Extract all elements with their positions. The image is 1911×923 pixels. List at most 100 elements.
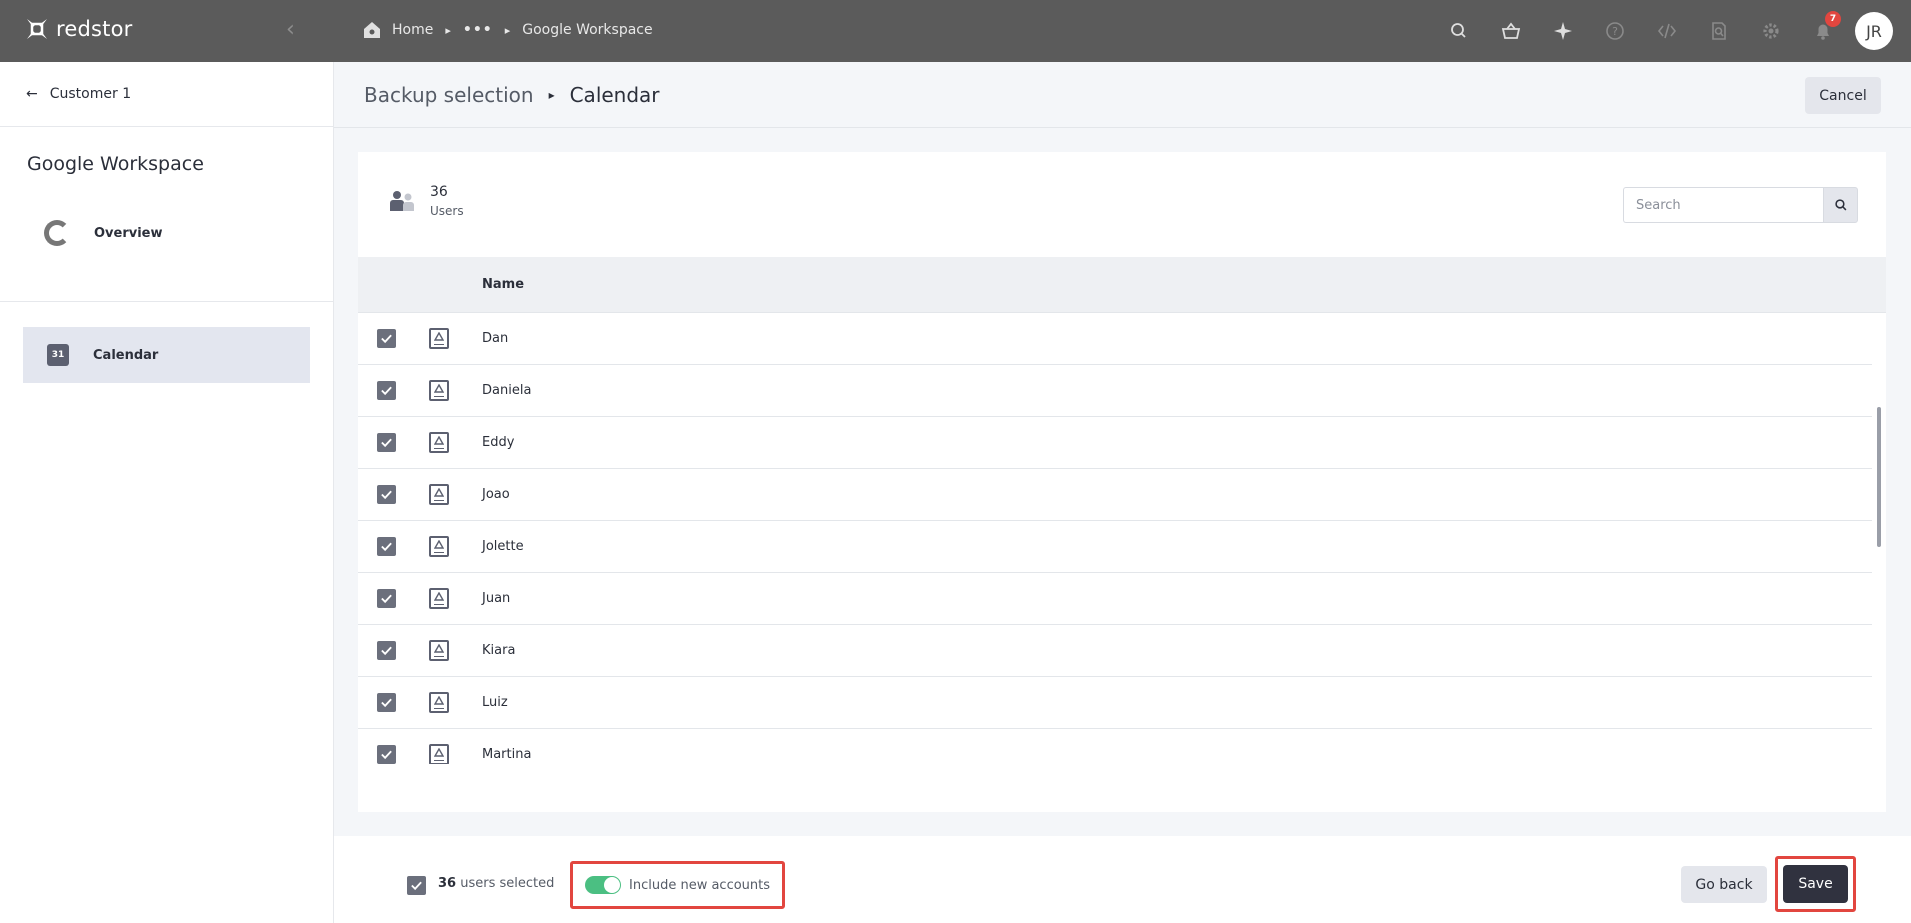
row-checkbox[interactable] [377, 641, 396, 660]
breadcrumb-backup-selection[interactable]: Backup selection [364, 83, 534, 107]
drive-icon [429, 744, 449, 764]
sidebar-item-label: Overview [94, 225, 163, 241]
back-label: Customer 1 [49, 86, 132, 102]
search-icon[interactable] [1433, 0, 1485, 62]
scrollbar-thumb[interactable] [1877, 407, 1881, 547]
row-checkbox[interactable] [377, 329, 396, 348]
brand-name: redstor [56, 17, 133, 41]
chevron-right-icon: ▸ [445, 23, 451, 37]
bell-icon[interactable]: 7 [1797, 0, 1849, 62]
sidebar-item-overview[interactable]: Overview [0, 205, 333, 261]
gear-icon[interactable] [1745, 0, 1797, 62]
table-row[interactable]: Joao [358, 469, 1872, 521]
users-icon [390, 191, 414, 211]
basket-icon[interactable] [1485, 0, 1537, 62]
check-icon [381, 438, 392, 448]
users-count: 36 [430, 184, 448, 200]
row-name: Kiara [482, 643, 516, 658]
go-back-button[interactable]: Go back [1681, 866, 1767, 903]
select-all-checkbox[interactable] [407, 876, 426, 895]
row-checkbox[interactable] [377, 693, 396, 712]
code-icon[interactable] [1641, 0, 1693, 62]
users-summary: 36 Users [388, 184, 464, 218]
row-checkbox[interactable] [377, 433, 396, 452]
row-name: Joao [482, 487, 510, 502]
sparkle-icon[interactable] [1537, 0, 1589, 62]
row-checkbox[interactable] [377, 745, 396, 764]
breadcrumb-ellipsis[interactable]: ••• [463, 22, 493, 38]
notification-badge: 7 [1825, 11, 1841, 27]
top-toolbar: ? 7 JR [1433, 0, 1911, 62]
toggle-switch[interactable] [585, 876, 621, 894]
table-row[interactable]: Jolette [358, 521, 1872, 573]
brand-logo[interactable]: redstor [24, 16, 132, 42]
row-name: Eddy [482, 435, 515, 450]
selected-count: 36 [438, 876, 457, 891]
drive-icon [429, 536, 449, 557]
drive-icon [429, 588, 449, 609]
drive-icon [429, 432, 449, 453]
search-button[interactable] [1823, 187, 1858, 223]
page-header: Backup selection ▸ Calendar Cancel [334, 62, 1911, 128]
table-row[interactable]: Eddy [358, 417, 1872, 469]
check-icon [381, 646, 392, 656]
page-title: Calendar [569, 83, 660, 107]
row-name: Daniela [482, 383, 532, 398]
check-icon [411, 881, 422, 891]
table-row[interactable]: Daniela [358, 365, 1872, 417]
row-name: Martina [482, 747, 532, 762]
sidebar-item-calendar[interactable]: 31 Calendar [23, 327, 310, 383]
back-to-customer-link[interactable]: ← Customer 1 [0, 62, 333, 127]
row-checkbox[interactable] [377, 381, 396, 400]
search-icon [1834, 199, 1846, 211]
users-label: Users [430, 204, 464, 218]
sidebar-divider [0, 301, 333, 302]
breadcrumb-current: Google Workspace [522, 22, 653, 38]
toggle-label: Include new accounts [629, 877, 771, 893]
row-checkbox[interactable] [377, 589, 396, 608]
selected-summary: 36 users selected [438, 876, 554, 891]
sidebar-item-label: Calendar [93, 347, 159, 363]
row-checkbox[interactable] [377, 537, 396, 556]
help-icon[interactable]: ? [1589, 0, 1641, 62]
table-row[interactable]: Dan [358, 313, 1872, 365]
document-search-icon[interactable] [1693, 0, 1745, 62]
breadcrumb-home[interactable]: Home [392, 22, 433, 38]
search-box [1623, 187, 1858, 223]
row-name: Jolette [482, 539, 524, 554]
drive-icon [429, 692, 449, 713]
chevron-right-icon: ▸ [548, 88, 555, 102]
google-icon [44, 220, 70, 246]
table-row[interactable]: Martina [358, 729, 1872, 764]
save-button[interactable]: Save [1783, 865, 1848, 903]
table-body: Dan Daniela Eddy Joao Jolette Juan Kiara Luiz Ma… [358, 313, 1886, 764]
table-row[interactable]: Juan [358, 573, 1872, 625]
chevron-right-icon: ▸ [504, 23, 511, 37]
column-header-name[interactable]: Name [482, 277, 524, 292]
sidebar-title: Google Workspace [27, 153, 204, 175]
cancel-button[interactable]: Cancel [1805, 77, 1881, 114]
selected-suffix: users selected [460, 876, 555, 891]
drive-icon [429, 640, 449, 661]
arrow-left-icon: ← [26, 86, 38, 102]
check-icon [381, 594, 392, 604]
search-input[interactable] [1623, 187, 1823, 223]
check-icon [381, 386, 392, 396]
top-bar: redstor ‹ Home ▸ ••• ▸ Google Workspace … [0, 0, 1911, 62]
include-new-accounts-toggle[interactable]: Include new accounts [570, 861, 785, 909]
breadcrumb: Home ▸ ••• ▸ Google Workspace [362, 20, 653, 40]
users-table: Name Dan Daniela Eddy Joao Jolette Juan Kiara L… [358, 257, 1886, 764]
row-name: Luiz [482, 695, 508, 710]
table-row[interactable]: Luiz [358, 677, 1872, 729]
collapse-sidebar-icon[interactable]: ‹ [286, 17, 295, 42]
table-row[interactable]: Kiara [358, 625, 1872, 677]
home-icon[interactable] [362, 20, 382, 40]
row-name: Dan [482, 331, 509, 346]
row-checkbox[interactable] [377, 485, 396, 504]
check-icon [381, 490, 392, 500]
avatar[interactable]: JR [1855, 12, 1893, 50]
calendar-icon: 31 [47, 344, 69, 366]
table-header: Name [358, 257, 1886, 313]
selection-card: 36 Users Name Dan Daniela Eddy Joao Jolette J… [358, 152, 1886, 812]
table-scrollbar[interactable] [1872, 313, 1886, 764]
